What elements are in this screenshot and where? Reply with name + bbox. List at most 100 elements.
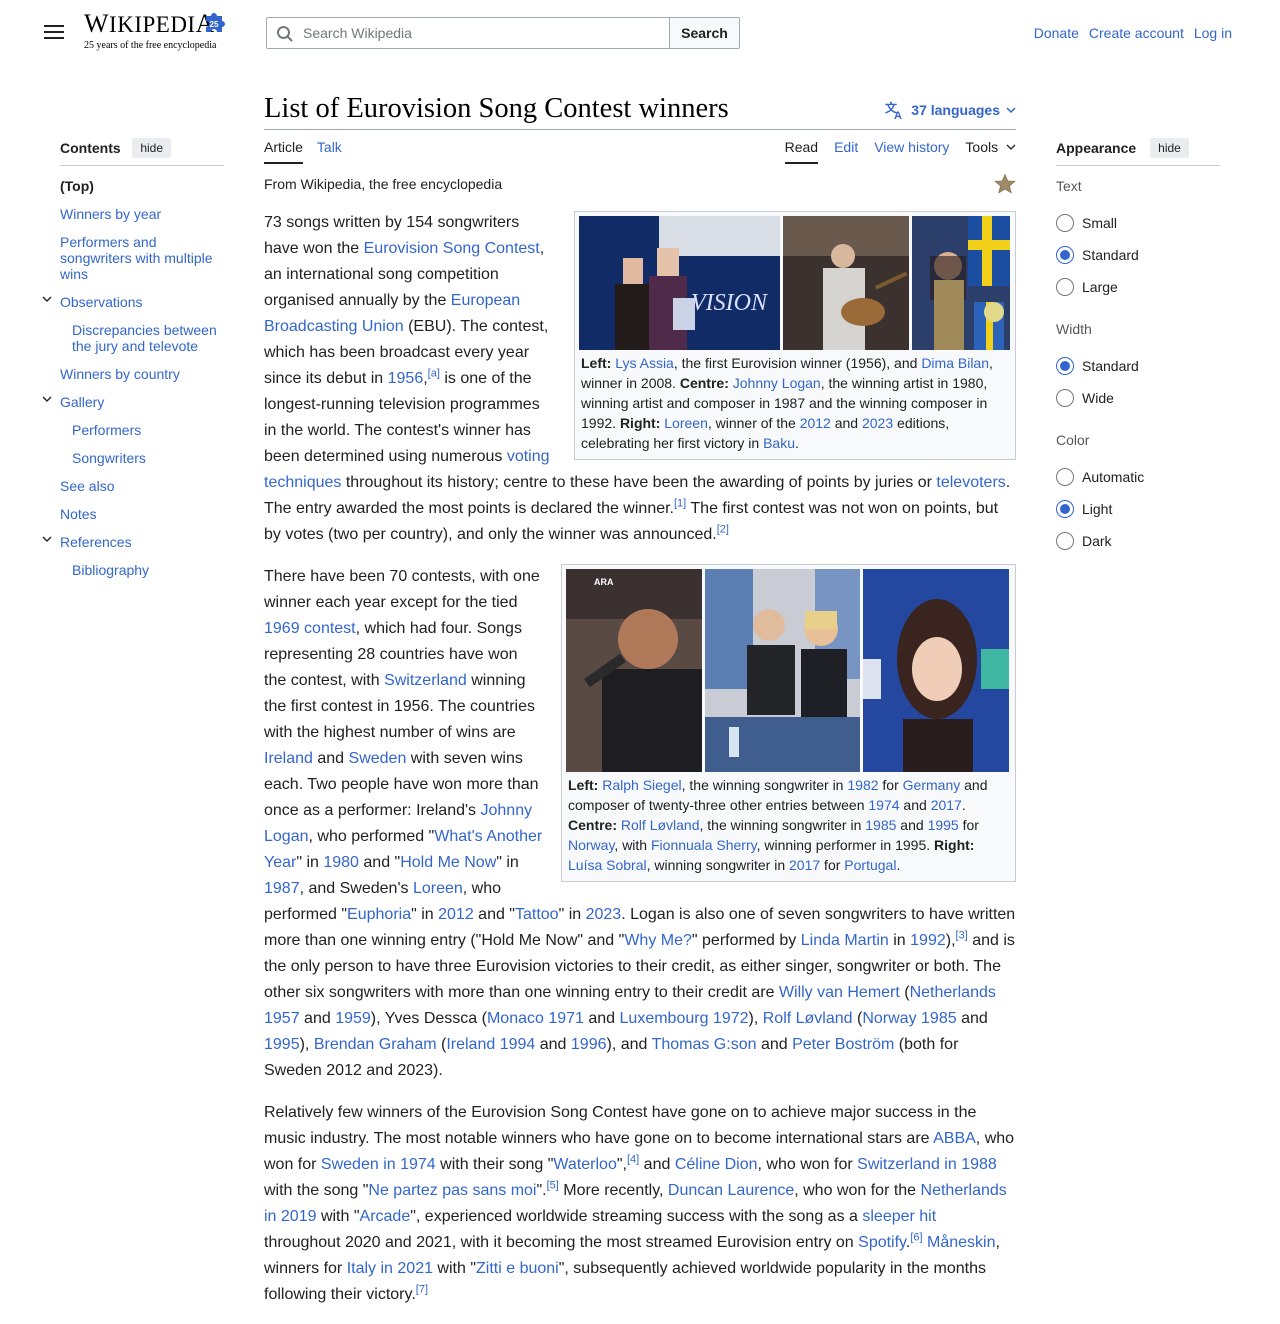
- link[interactable]: Monaco 1971: [487, 1010, 584, 1027]
- link[interactable]: Thomas G:son: [652, 1036, 757, 1053]
- toc-item-observations[interactable]: Observations: [42, 294, 224, 310]
- link[interactable]: 1969 contest: [264, 620, 356, 637]
- toc-item-top[interactable]: (Top): [60, 178, 224, 194]
- color-dark[interactable]: Dark: [1056, 532, 1112, 550]
- text-size-small[interactable]: Small: [1056, 214, 1117, 232]
- link[interactable]: Willy van Hemert: [779, 984, 900, 1001]
- toc-item-winners-by-country[interactable]: Winners by country: [60, 366, 224, 382]
- link[interactable]: Ireland: [264, 750, 313, 767]
- width-wide[interactable]: Wide: [1056, 389, 1114, 407]
- link-1985[interactable]: 1985: [865, 817, 896, 833]
- create-account-link[interactable]: Create account: [1089, 25, 1184, 41]
- link[interactable]: Sweden: [349, 750, 407, 767]
- link[interactable]: Hold Me Now: [400, 854, 496, 871]
- link[interactable]: 1980: [323, 854, 359, 871]
- link[interactable]: Italy in 2021: [347, 1260, 433, 1277]
- color-light[interactable]: Light: [1056, 500, 1112, 518]
- link[interactable]: 1996: [571, 1036, 607, 1053]
- link[interactable]: Ireland 1994: [446, 1036, 535, 1053]
- main-menu-icon[interactable]: [44, 25, 64, 41]
- link[interactable]: Sweden in 1974: [321, 1156, 436, 1173]
- link[interactable]: 1995: [264, 1036, 300, 1053]
- text-size-large[interactable]: Large: [1056, 278, 1118, 296]
- link[interactable]: Spotify: [858, 1234, 906, 1251]
- link[interactable]: 2012: [438, 906, 474, 923]
- link-2012[interactable]: 2012: [800, 415, 831, 431]
- radio-button[interactable]: [1056, 214, 1074, 232]
- link[interactable]: 1956: [388, 370, 424, 387]
- link-ralph-siegel[interactable]: Ralph Siegel: [602, 777, 681, 793]
- link[interactable]: Måneskin: [927, 1234, 995, 1251]
- link[interactable]: 1992: [910, 932, 946, 949]
- link-portugal[interactable]: Portugal: [844, 857, 896, 873]
- link[interactable]: Loreen: [413, 880, 463, 897]
- donate-link[interactable]: Donate: [1034, 25, 1079, 41]
- toc-hide-button[interactable]: hide: [132, 138, 171, 158]
- link[interactable]: sleeper hit: [862, 1208, 936, 1225]
- toc-item-references[interactable]: References: [42, 534, 224, 550]
- link-1974[interactable]: 1974: [868, 797, 899, 813]
- language-button[interactable]: 文 A 37 languages: [885, 100, 1016, 120]
- link[interactable]: Ne partez pas sans moi: [368, 1182, 536, 1199]
- toc-item-gallery[interactable]: Gallery: [42, 394, 224, 410]
- tab-view-history[interactable]: View history: [874, 130, 949, 164]
- link-lys-assia[interactable]: Lys Assia: [615, 355, 674, 371]
- toc-item-performers[interactable]: Performers: [72, 422, 224, 438]
- link-2023[interactable]: 2023: [862, 415, 893, 431]
- toc-item-songwriters[interactable]: Songwriters: [72, 450, 224, 466]
- link-baku[interactable]: Baku: [763, 435, 795, 451]
- link[interactable]: Luxembourg 1972: [620, 1010, 749, 1027]
- link[interactable]: Céline Dion: [675, 1156, 758, 1173]
- footnote-link[interactable]: [3]: [956, 930, 968, 942]
- link[interactable]: Tattoo: [515, 906, 559, 923]
- link[interactable]: Arcade: [360, 1208, 411, 1225]
- link[interactable]: Peter Boström: [792, 1036, 894, 1053]
- photo-loreen[interactable]: [912, 216, 1010, 350]
- link-rolf-lovland[interactable]: Rolf Løvland: [621, 817, 700, 833]
- footnote-link[interactable]: [6]: [910, 1232, 922, 1244]
- color-automatic[interactable]: Automatic: [1056, 468, 1144, 486]
- photo-johnny-logan[interactable]: [783, 216, 909, 350]
- footnote-link[interactable]: [4]: [627, 1154, 639, 1166]
- link[interactable]: 1959: [335, 1010, 371, 1027]
- link-2017[interactable]: 2017: [789, 857, 820, 873]
- tab-talk[interactable]: Talk: [317, 130, 342, 164]
- search-input[interactable]: [301, 18, 661, 48]
- link[interactable]: ABBA: [933, 1130, 976, 1147]
- footnote-link[interactable]: [a]: [428, 368, 440, 380]
- tab-edit[interactable]: Edit: [834, 130, 858, 164]
- toc-item-multiple-wins[interactable]: Performers and songwriters with multiple…: [60, 234, 224, 282]
- link-1982[interactable]: 1982: [847, 777, 878, 793]
- login-link[interactable]: Log in: [1194, 25, 1232, 41]
- toc-item-bibliography[interactable]: Bibliography: [72, 562, 224, 578]
- radio-button-selected[interactable]: [1056, 246, 1074, 264]
- wikipedia-logo[interactable]: WIKIPEDIA 25 25 years of the free encycl…: [84, 10, 234, 54]
- search-box[interactable]: [266, 17, 670, 49]
- toc-item-winners-by-year[interactable]: Winners by year: [60, 206, 224, 222]
- link[interactable]: 1987: [264, 880, 300, 897]
- link[interactable]: Rolf Løvland: [763, 1010, 853, 1027]
- footnote-link[interactable]: [1]: [674, 498, 686, 510]
- search-button[interactable]: Search: [669, 17, 740, 49]
- link-germany[interactable]: Germany: [903, 777, 961, 793]
- photo-rolf-lovland[interactable]: [705, 569, 860, 772]
- link-luisa-sobral[interactable]: Luísa Sobral: [568, 857, 647, 873]
- footnote-link[interactable]: [2]: [717, 524, 729, 536]
- radio-button-selected[interactable]: [1056, 357, 1074, 375]
- link-fionnuala-sherry[interactable]: Fionnuala Sherry: [651, 837, 757, 853]
- link-2017[interactable]: 2017: [931, 797, 962, 813]
- link[interactable]: Switzerland: [384, 672, 467, 689]
- watchlist-star-icon[interactable]: [994, 173, 1016, 195]
- radio-button[interactable]: [1056, 468, 1074, 486]
- tab-article[interactable]: Article: [264, 130, 303, 164]
- link-norway[interactable]: Norway: [568, 837, 614, 853]
- chevron-down-icon[interactable]: [42, 534, 52, 544]
- link-1995[interactable]: 1995: [928, 817, 959, 833]
- chevron-down-icon[interactable]: [42, 294, 52, 304]
- photo-ralph-siegel[interactable]: ARA: [566, 569, 702, 772]
- footnote-link[interactable]: [7]: [416, 1284, 428, 1296]
- link-johnny-logan[interactable]: Johnny Logan: [733, 375, 821, 391]
- radio-button[interactable]: [1056, 278, 1074, 296]
- link[interactable]: Euphoria: [347, 906, 411, 923]
- photo-luisa-sobral[interactable]: [863, 569, 1009, 772]
